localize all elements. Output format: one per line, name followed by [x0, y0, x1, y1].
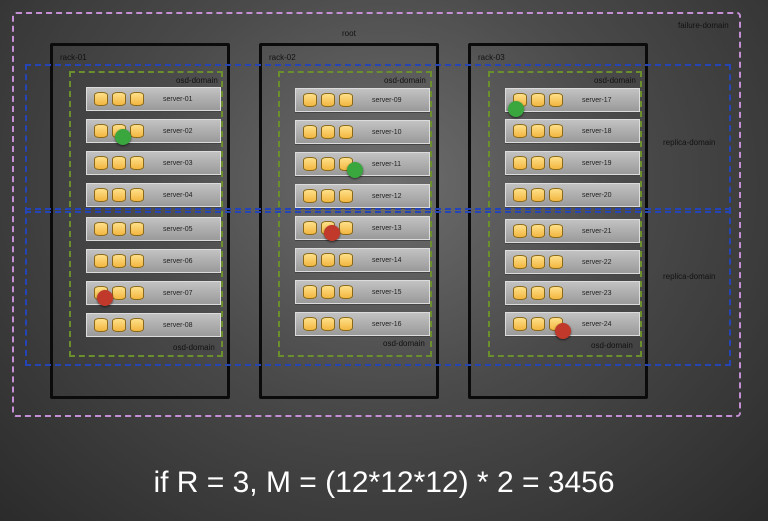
replica-domain-label-bottom: replica-domain: [663, 272, 716, 281]
rack-03-label: rack-03: [478, 53, 505, 62]
root-label: root: [342, 29, 356, 38]
replica-marker-green: [508, 101, 524, 117]
replica-domain-box-bottom: [25, 208, 731, 366]
rack-01-label: rack-01: [60, 53, 87, 62]
replica-marker-red: [97, 290, 113, 306]
replica-marker-green: [347, 162, 363, 178]
replica-marker-red: [555, 323, 571, 339]
replica-domain-label-top: replica-domain: [663, 138, 716, 147]
failure-domain-label: failure-domain: [678, 21, 729, 30]
replica-domain-box-top: [25, 64, 731, 213]
formula-text: if R = 3, M = (12*12*12) * 2 = 3456: [153, 466, 615, 499]
rack-02-label: rack-02: [269, 53, 296, 62]
replica-marker-green: [115, 129, 131, 145]
replica-marker-red: [324, 225, 340, 241]
